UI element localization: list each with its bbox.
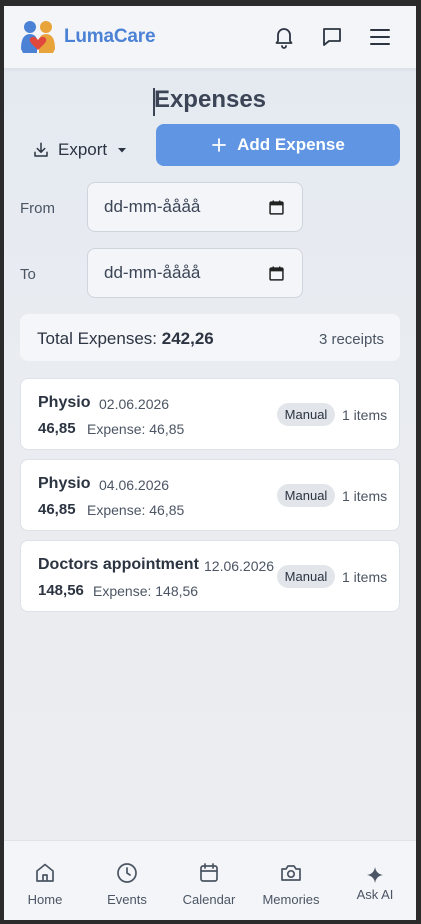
source-badge: Manual [277, 484, 335, 507]
items-count: 1 items [342, 569, 388, 585]
expense-card[interactable]: Physio 04.06.2026 46,85 Expense: 46,85 M… [20, 459, 400, 531]
download-icon [34, 142, 48, 157]
expense-date: 04.06.2026 [99, 477, 170, 493]
nav-events[interactable]: Events [86, 841, 168, 920]
expense-name: Physio [38, 475, 91, 492]
calendar-picker-icon[interactable] [269, 266, 284, 281]
receipts-count: 3 receipts [318, 331, 384, 348]
expense-date: 12.06.2026 [204, 558, 275, 574]
from-date-input[interactable]: dd-mm-åååå [87, 182, 303, 232]
nav-events-label: Events [107, 892, 147, 907]
total-value: 242,26 [161, 329, 214, 348]
expense-date: 02.06.2026 [99, 396, 170, 412]
menu-icon[interactable] [368, 25, 392, 49]
expense-amount: 46,85 [38, 501, 76, 518]
nav-memories[interactable]: Memories [250, 841, 332, 920]
nav-home-label: Home [27, 892, 63, 907]
total-expenses: Total Expenses: 242,26 [37, 329, 214, 349]
expense-amount: 148,56 [38, 582, 84, 599]
clock-icon [117, 863, 137, 883]
from-date-placeholder: dd-mm-åååå [104, 197, 201, 216]
expenses-summary: Total Expenses: 242,26 3 receipts [20, 314, 400, 361]
items-count: 1 items [342, 407, 388, 423]
calendar-icon [200, 863, 218, 882]
expense-detail: Expense: 46,85 [87, 502, 185, 518]
expense-card[interactable]: Doctors appointment 12.06.2026 148,56 Ex… [20, 540, 400, 612]
sparkle-icon [367, 867, 383, 883]
items-count: 1 items [342, 488, 388, 504]
expense-name: Doctors appointment [38, 556, 199, 573]
bell-icon[interactable] [272, 25, 296, 49]
expense-detail: Expense: 46,85 [87, 421, 185, 437]
logo-icon [21, 21, 55, 53]
plus-icon [212, 138, 227, 152]
to-label: To [20, 266, 36, 283]
from-label: From [20, 200, 55, 217]
home-icon [36, 863, 54, 882]
total-label: Total Expenses: [37, 329, 158, 348]
brand-name: LumaCare [64, 26, 156, 47]
source-badge: Manual [277, 565, 335, 588]
calendar-picker-icon[interactable] [269, 200, 284, 215]
expense-card[interactable]: Physio 02.06.2026 46,85 Expense: 46,85 M… [20, 378, 400, 450]
page-title: Expenses [153, 86, 267, 113]
app-frame: LumaCare Expenses Export Add Expense Fro… [4, 6, 416, 920]
add-expense-button[interactable]: Add Expense [156, 124, 400, 166]
to-date-input[interactable]: dd-mm-åååå [87, 248, 303, 298]
bottom-nav: Home Events Calendar Memories Ask AI [4, 840, 416, 920]
caret-down-icon [118, 148, 127, 153]
expense-detail: Expense: 148,56 [93, 583, 199, 599]
nav-memories-label: Memories [262, 892, 320, 907]
nav-ask-ai[interactable]: Ask AI [334, 841, 416, 920]
expense-name: Physio [38, 394, 91, 411]
expense-amount: 46,85 [38, 420, 76, 437]
camera-icon [281, 865, 301, 881]
export-label: Export [58, 140, 108, 159]
nav-calendar-label: Calendar [182, 892, 236, 907]
source-badge: Manual [277, 403, 335, 426]
export-button[interactable]: Export [32, 130, 140, 170]
nav-ask-ai-label: Ask AI [356, 887, 394, 902]
add-expense-label: Add Expense [237, 135, 345, 154]
nav-calendar[interactable]: Calendar [168, 841, 250, 920]
top-bar: LumaCare [4, 6, 416, 69]
to-date-placeholder: dd-mm-åååå [104, 263, 201, 282]
chat-icon[interactable] [320, 25, 344, 49]
nav-home[interactable]: Home [4, 841, 86, 920]
